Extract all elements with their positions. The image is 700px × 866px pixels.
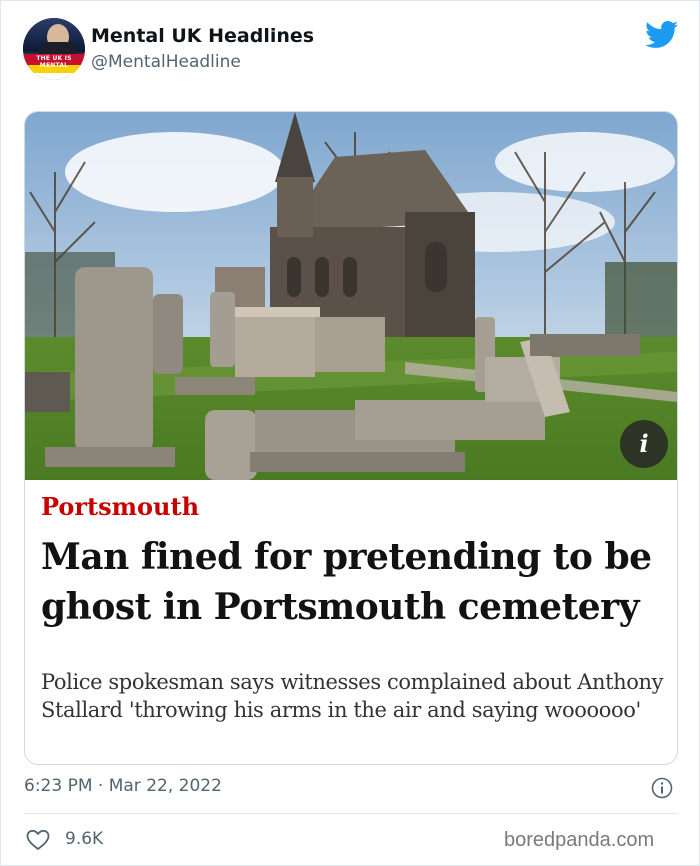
watermark: boredpanda.com [504, 829, 655, 851]
display-name[interactable]: Mental UK Headlines [91, 25, 314, 47]
divider [24, 813, 678, 814]
avatar[interactable]: THE UK IS MENTAL [23, 18, 85, 80]
info-icon[interactable] [651, 777, 673, 799]
twitter-logo-icon[interactable] [645, 21, 679, 49]
heart-icon[interactable] [26, 829, 50, 851]
image-info-button[interactable]: i [620, 420, 668, 468]
avatar-caption: THE UK IS MENTAL [36, 55, 72, 69]
like-count[interactable]: 9.6K [65, 829, 103, 849]
tweet-container: THE UK IS MENTAL Mental UK Headlines @Me… [0, 0, 700, 866]
section-label: Portsmouth [41, 492, 200, 521]
user-handle[interactable]: @MentalHeadline [91, 52, 241, 72]
tweet-timestamp[interactable]: 6:23 PM · Mar 22, 2022 [24, 776, 222, 796]
cemetery-photo [25, 112, 677, 480]
article-standfirst: Police spokesman says witnesses complain… [41, 670, 664, 722]
link-preview-card[interactable]: i Portsmouth Man fined for pretending to… [24, 111, 678, 765]
article-headline[interactable]: Man fined for pretending to be ghost in … [41, 532, 671, 632]
